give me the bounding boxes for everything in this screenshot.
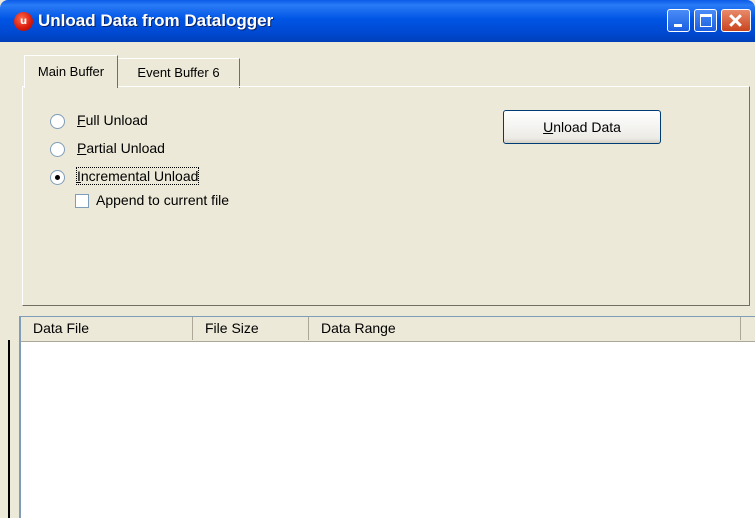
close-button[interactable] (721, 9, 751, 32)
incremental-unload-radio[interactable] (50, 170, 65, 185)
column-header-extra[interactable] (741, 317, 755, 340)
partial-unload-label[interactable]: Partial Unload (77, 140, 165, 156)
full-unload-radio[interactable] (50, 114, 65, 129)
incremental-unload-label[interactable]: Incremental Unload (75, 167, 200, 185)
full-unload-label[interactable]: Full Unload (77, 112, 148, 128)
app-icon: u (14, 12, 33, 31)
partial-unload-radio[interactable] (50, 142, 65, 157)
list-left-border (8, 340, 10, 518)
window-title: Unload Data from Datalogger (38, 11, 274, 30)
unload-data-button[interactable]: Unload Data (503, 110, 661, 144)
column-header-data-file[interactable]: Data File (21, 317, 193, 340)
unload-dialog: u Unload Data from Datalogger Main Buffe… (0, 0, 755, 518)
data-file-list[interactable]: Data File File Size Data Range (19, 316, 755, 518)
column-header-data-range[interactable]: Data Range (309, 317, 741, 340)
append-checkbox-label[interactable]: Append to current file (96, 192, 229, 208)
tab-main-buffer[interactable]: Main Buffer (24, 55, 118, 88)
minimize-button[interactable] (667, 9, 690, 32)
append-checkbox[interactable] (75, 194, 89, 208)
column-header-file-size[interactable]: File Size (193, 317, 309, 340)
title-bar[interactable]: u Unload Data from Datalogger (0, 0, 755, 42)
list-header: Data File File Size Data Range (21, 317, 755, 342)
tab-event-buffer[interactable]: Event Buffer 6 (117, 58, 240, 88)
maximize-button[interactable] (694, 9, 717, 32)
